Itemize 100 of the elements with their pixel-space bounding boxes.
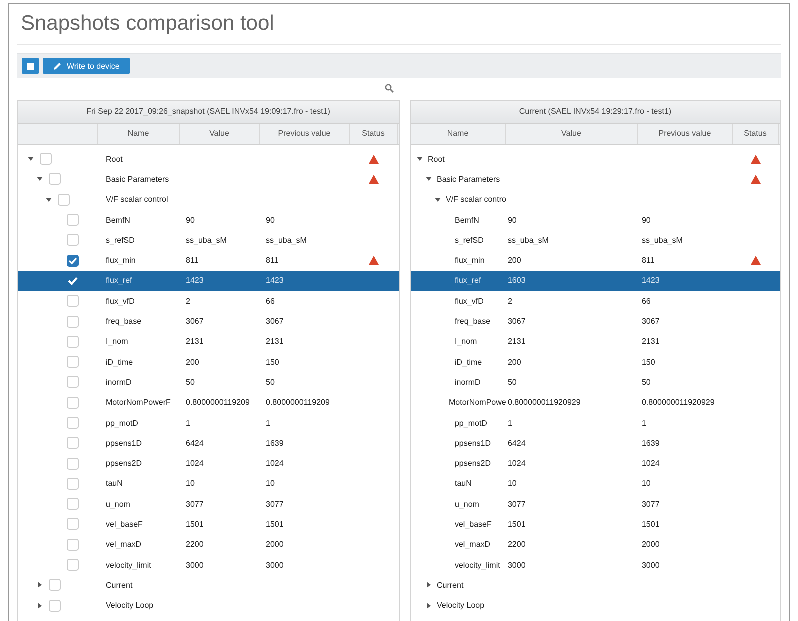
table-row[interactable]: Root: [410, 149, 780, 170]
checkbox[interactable]: [67, 538, 79, 551]
checkbox[interactable]: [67, 437, 79, 450]
table-cell: 1: [642, 418, 646, 428]
search-icon[interactable]: [385, 84, 394, 93]
checkbox[interactable]: [67, 498, 79, 510]
table-row[interactable]: Velocity Loop: [18, 596, 399, 616]
table-cell: 1423: [266, 276, 284, 286]
checkbox[interactable]: [67, 316, 79, 328]
table-row[interactable]: ppsens2D 1024 1024: [18, 453, 399, 474]
checkbox[interactable]: [67, 214, 79, 226]
column-header: Status: [350, 124, 398, 144]
checkbox[interactable]: [67, 518, 79, 530]
expanded-caret-icon[interactable]: [434, 196, 441, 203]
checkbox[interactable]: [67, 295, 79, 308]
checkbox[interactable]: [67, 559, 79, 572]
table-row[interactable]: flux_vfD 2 66: [18, 291, 399, 312]
column-header: Value: [180, 124, 260, 144]
table-row[interactable]: V/F scalar control: [18, 190, 399, 210]
expanded-caret-icon[interactable]: [416, 156, 423, 162]
write-to-device-button[interactable]: Write to device: [43, 58, 130, 74]
checkbox[interactable]: [67, 234, 79, 246]
table-row[interactable]: Basic Parameters: [18, 169, 399, 190]
table-row[interactable]: vel_baseF 1501 1501: [18, 514, 399, 535]
checkbox[interactable]: [40, 153, 52, 166]
table-row[interactable]: inormD 50 50: [18, 372, 399, 393]
table-row[interactable]: Basic Parameters: [410, 169, 780, 190]
checkbox[interactable]: [67, 376, 79, 388]
table-row[interactable]: flux_min 811 811: [18, 250, 399, 271]
collapsed-caret-icon[interactable]: [37, 582, 43, 588]
expanded-caret-icon[interactable]: [46, 196, 52, 203]
table-row[interactable]: pp_motD 1 1: [410, 412, 780, 434]
expanded-caret-icon[interactable]: [28, 156, 34, 162]
table-row[interactable]: iD_time 200 150: [410, 352, 780, 372]
table-row[interactable]: ppsens1D 6424 1639: [410, 433, 780, 454]
table-row[interactable]: tauN 10 10: [410, 474, 780, 494]
table-cell: 3000: [266, 560, 284, 570]
expanded-caret-icon[interactable]: [37, 176, 43, 182]
table-row[interactable]: Current: [410, 575, 780, 596]
table-cell: 10: [508, 479, 517, 488]
checkbox[interactable]: [58, 194, 70, 206]
table-cell: 50: [266, 378, 275, 387]
checkbox[interactable]: [67, 478, 79, 490]
table-cell: 66: [266, 296, 275, 306]
table-row[interactable]: BemfN 90 90: [410, 210, 780, 230]
table-row[interactable]: pp_motD 1 1: [18, 412, 399, 434]
table-row[interactable]: BemfN 90 90: [18, 210, 399, 230]
collapsed-caret-icon[interactable]: [426, 602, 432, 609]
table-cell: 0.8000000119209: [186, 398, 250, 408]
checkbox[interactable]: [67, 336, 79, 348]
parameter-name: MotorNomPowe: [448, 398, 506, 408]
table-cell: 1501: [186, 520, 204, 529]
table-row[interactable]: vel_maxD 2200 2000: [410, 534, 780, 555]
table-row[interactable]: flux_ref 1423 1423: [18, 270, 399, 292]
table-row[interactable]: vel_maxD 2200 2000: [18, 534, 399, 555]
table-row[interactable]: tauN 10 10: [18, 474, 399, 494]
table-row[interactable]: freq_base 3067 3067: [18, 311, 399, 332]
parameter-name: tauN: [454, 479, 472, 488]
collapsed-caret-icon[interactable]: [426, 582, 432, 588]
checkbox[interactable]: [49, 600, 61, 612]
table-row[interactable]: MotorNomPowerF 0.8000000119209 0.8000000119209: [18, 392, 399, 413]
table-row[interactable]: I_nom 2131 2131: [18, 332, 399, 352]
checkbox[interactable]: [49, 173, 61, 186]
parameter-name: tauN: [106, 479, 123, 488]
table-row[interactable]: ppsens1D 6424 1639: [18, 433, 399, 454]
table-row[interactable]: freq_base 3067 3067: [410, 311, 780, 332]
table-row[interactable]: velocity_limit 3000 3000: [18, 554, 399, 576]
checkbox[interactable]: [67, 458, 79, 470]
checkbox[interactable]: [67, 396, 79, 409]
checkmark-icon[interactable]: [67, 274, 79, 287]
table-cell: 2131: [266, 337, 284, 346]
table-row[interactable]: ppsens2D 1024 1024: [410, 453, 780, 474]
table-cell: 66: [642, 296, 651, 306]
table-row[interactable]: flux_ref 1603 1423: [410, 270, 780, 292]
parameter-name: vel_baseF: [106, 520, 143, 529]
table-row[interactable]: MotorNomPowe 0.800000011920929 0.800000011920929: [410, 392, 780, 413]
parameter-name: vel_baseF: [454, 520, 492, 529]
table-row[interactable]: iD_time 200 150: [18, 352, 399, 372]
table-row[interactable]: vel_baseF 1501 1501: [410, 514, 780, 535]
collapsed-caret-icon[interactable]: [37, 602, 43, 609]
table-row[interactable]: Root: [18, 149, 399, 170]
table-row[interactable]: u_nom 3077 3077: [18, 494, 399, 514]
table-cell: 90: [186, 216, 195, 225]
checkbox[interactable]: [67, 356, 79, 368]
table-row[interactable]: velocity_limit 3000 3000: [410, 554, 780, 576]
table-row[interactable]: flux_vfD 2 66: [410, 291, 780, 312]
table-cell: 0.8000000119209: [266, 398, 330, 408]
checkbox[interactable]: [49, 579, 61, 592]
table-row[interactable]: I_nom 2131 2131: [410, 332, 780, 352]
checkbox[interactable]: [67, 417, 79, 429]
table-row[interactable]: u_nom 3077 3077: [410, 494, 780, 514]
table-row[interactable]: flux_min 200 811: [410, 250, 780, 271]
table-row[interactable]: Current: [18, 575, 399, 596]
table-row[interactable]: Velocity Loop: [410, 596, 780, 616]
table-row[interactable]: s_refSD ss_uba_sM ss_uba_sM: [18, 230, 399, 250]
checkbox[interactable]: [67, 254, 79, 267]
table-row[interactable]: inormD 50 50: [410, 372, 780, 393]
table-row[interactable]: V/F scalar contro: [410, 190, 780, 210]
table-row[interactable]: s_refSD ss_uba_sM ss_uba_sM: [410, 230, 780, 250]
expanded-caret-icon[interactable]: [426, 176, 432, 182]
